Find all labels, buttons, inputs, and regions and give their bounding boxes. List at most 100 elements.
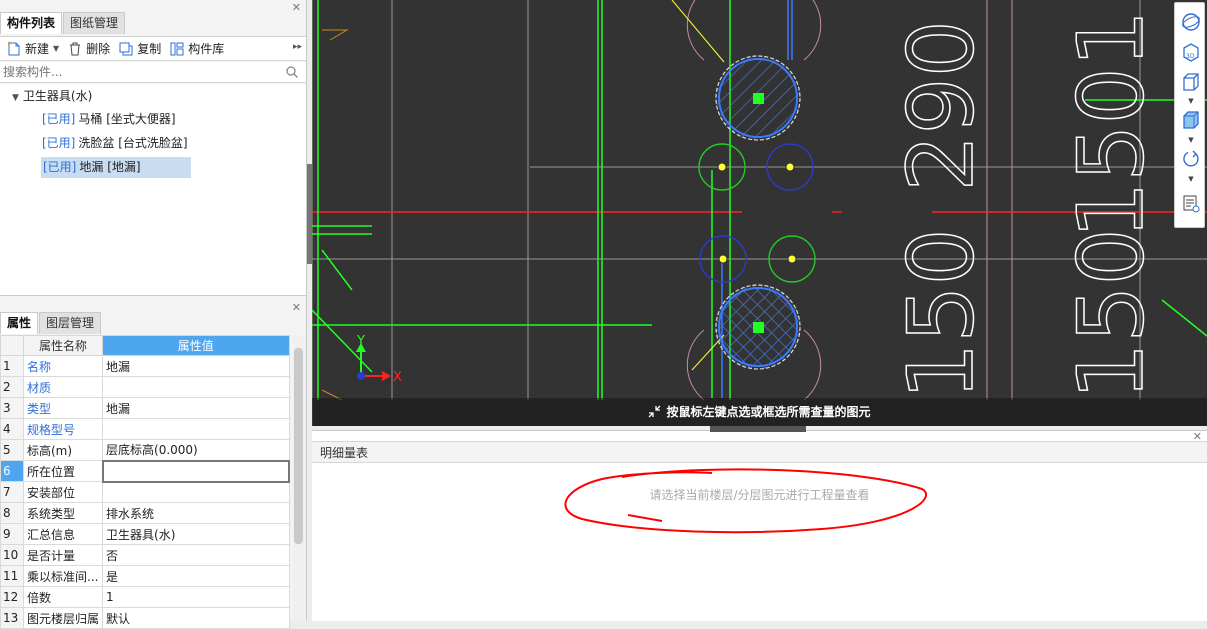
dimension-text: 290 (889, 20, 994, 192)
property-row[interactable]: 2 材质 (0, 376, 290, 398)
property-name: 图元楼层归属 (22, 607, 104, 629)
component-toolbar: 新建 ▼ 删除 复制 构件库 ▸▸ (0, 36, 306, 61)
property-row[interactable]: 5 标高(m) 层底标高(0.000) (0, 439, 290, 461)
axis-indicator: Y X (356, 334, 402, 385)
tab-component-list[interactable]: 构件列表 (0, 12, 63, 34)
property-value[interactable]: 地漏 (102, 397, 290, 419)
property-value[interactable]: 是 (102, 565, 290, 587)
property-name: 标高(m) (22, 439, 104, 461)
property-name: 安装部位 (22, 481, 104, 503)
property-row[interactable]: 12 倍数 1 (0, 586, 290, 608)
property-value[interactable]: 否 (102, 544, 290, 566)
floor-drain-lower[interactable] (715, 284, 801, 370)
property-value[interactable] (102, 376, 290, 398)
dimension-text: 150 (889, 228, 994, 400)
property-value[interactable]: 地漏 (102, 355, 290, 377)
scrollbar-thumb[interactable] (294, 348, 303, 544)
tree-item[interactable]: [已用] 马桶 [坐式大便器] (42, 109, 180, 130)
chevron-down-icon[interactable]: ▼ (53, 44, 59, 53)
property-value[interactable] (102, 481, 290, 503)
cad-drawing: Y X 290 1501 150 150 (312, 0, 1207, 426)
left-panel: ✕ 构件列表 图纸管理 新建 ▼ 删除 复制 构件库 ▸▸ ▼卫生器具(水) (0, 0, 307, 629)
trash-icon (70, 42, 81, 55)
property-name: 所在位置 (22, 460, 104, 482)
library-button[interactable]: 构件库 (165, 38, 228, 60)
hint-text: 按鼠标左键点选或框选所需查量的图元 (666, 405, 871, 419)
cube-3d-icon[interactable]: 3D (1180, 41, 1202, 63)
chevron-down-icon[interactable]: ▼ (1187, 97, 1195, 105)
tab-layer-management[interactable]: 图层管理 (39, 312, 102, 334)
floor-drain-upper[interactable] (715, 55, 801, 141)
property-row[interactable]: 11 乘以标准间... 是 (0, 565, 290, 587)
property-name: 倍数 (22, 586, 104, 608)
property-row[interactable]: 8 系统类型 排水系统 (0, 502, 290, 524)
property-name: 类型 (22, 397, 104, 419)
row-index: 8 (0, 502, 24, 524)
row-index: 3 (0, 397, 24, 419)
library-label: 构件库 (188, 42, 225, 56)
component-tree: ▼ 卫生器具(水) [已用] 马桶 [坐式大便器] [已用] 洗脸盆 [台式洗脸盆] … (0, 84, 306, 296)
property-value[interactable] (102, 418, 290, 440)
search-icon[interactable] (285, 65, 299, 79)
tree-item-selected[interactable]: [已用] 地漏 [地漏] (41, 157, 191, 178)
property-value-header: 属性值 (102, 335, 290, 356)
layer-visibility-icon[interactable] (1180, 193, 1202, 215)
property-value[interactable]: 1 (102, 586, 290, 608)
row-index: 9 (0, 523, 24, 545)
tab-drawing-management[interactable]: 图纸管理 (63, 12, 126, 34)
cube-solid-icon[interactable] (1180, 109, 1202, 131)
property-row[interactable]: 9 汇总信息 卫生器具(水) (0, 523, 290, 545)
property-value[interactable]: 默认 (102, 607, 290, 629)
property-name: 材质 (22, 376, 104, 398)
tab-properties[interactable]: 属性 (0, 312, 39, 334)
property-name: 是否计量 (22, 544, 104, 566)
property-row[interactable]: 1 名称 地漏 (0, 355, 290, 377)
property-row[interactable]: 3 类型 地漏 (0, 397, 290, 419)
property-value[interactable]: 层底标高(0.000) (102, 439, 290, 461)
property-row[interactable]: 6 所在位置 (0, 459, 291, 483)
cad-canvas[interactable]: Y X 290 1501 150 150 3D ▼ ▼ ▼ 按鼠标左键点选或框选… (312, 0, 1207, 426)
row-index: 10 (0, 544, 24, 566)
row-index: 12 (0, 586, 24, 608)
panel-collapse-handle[interactable] (710, 426, 806, 432)
axis-x-label: X (393, 370, 402, 385)
property-name: 乘以标准间... (22, 565, 104, 587)
new-button[interactable]: 新建 ▼ (2, 38, 63, 60)
property-row[interactable]: 10 是否计量否 (0, 544, 290, 566)
collapse-arrows-icon (649, 405, 661, 418)
tree-item-label: 地漏 [地漏] (79, 160, 141, 174)
more-icon[interactable]: ▸▸ (293, 42, 302, 52)
tree-root-label: 卫生器具(水) (22, 89, 93, 103)
tree-root[interactable]: ▼ 卫生器具(水) (12, 86, 96, 107)
chevron-down-icon[interactable]: ▼ (1187, 175, 1195, 183)
property-row[interactable]: 4 规格型号 (0, 418, 290, 440)
properties-tabs: 属性 图层管理 (0, 312, 102, 334)
property-name-header: 属性名称 (22, 335, 104, 356)
chevron-down-icon[interactable]: ▼ (1187, 136, 1195, 144)
property-value[interactable]: 卫生器具(水) (102, 523, 290, 545)
used-tag: [已用] (42, 136, 76, 150)
copy-label: 复制 (137, 42, 162, 56)
copy-button[interactable]: 复制 (114, 38, 165, 60)
close-icon[interactable]: ✕ (292, 302, 301, 313)
property-name: 汇总信息 (22, 523, 104, 545)
axis-y-label: Y (356, 334, 365, 349)
search-bar (0, 62, 306, 83)
rotate-icon[interactable] (1180, 148, 1202, 170)
search-input[interactable] (0, 62, 270, 82)
close-icon[interactable]: ✕ (292, 2, 301, 13)
used-tag: [已用] (42, 112, 76, 126)
chevron-down-icon[interactable]: ▼ (12, 93, 19, 103)
property-row[interactable]: 13 图元楼层归属 默认 (0, 607, 290, 629)
row-index: 6 (0, 460, 24, 482)
row-index: 2 (0, 376, 24, 398)
property-value[interactable] (101, 459, 291, 483)
property-row[interactable]: 7 安装部位 (0, 481, 290, 503)
orbit-icon[interactable] (1180, 11, 1202, 33)
cube-icon[interactable] (1180, 71, 1202, 93)
delete-button[interactable]: 删除 (63, 38, 114, 60)
tree-item-label: 马桶 [坐式大便器] (78, 112, 176, 126)
property-value[interactable]: 排水系统 (102, 502, 290, 524)
cube-3d-label: 3D (1186, 53, 1195, 60)
tree-item[interactable]: [已用] 洗脸盆 [台式洗脸盆] (42, 133, 192, 154)
